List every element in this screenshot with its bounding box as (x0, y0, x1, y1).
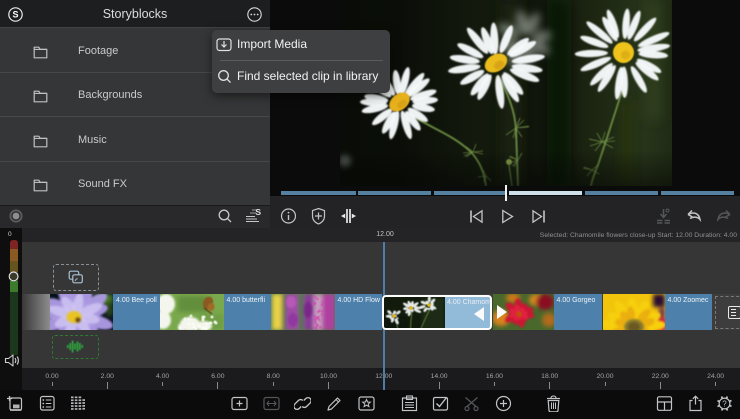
svg-text:?: ? (722, 400, 727, 409)
svg-text:S: S (255, 207, 261, 217)
svg-text:S: S (12, 10, 18, 20)
